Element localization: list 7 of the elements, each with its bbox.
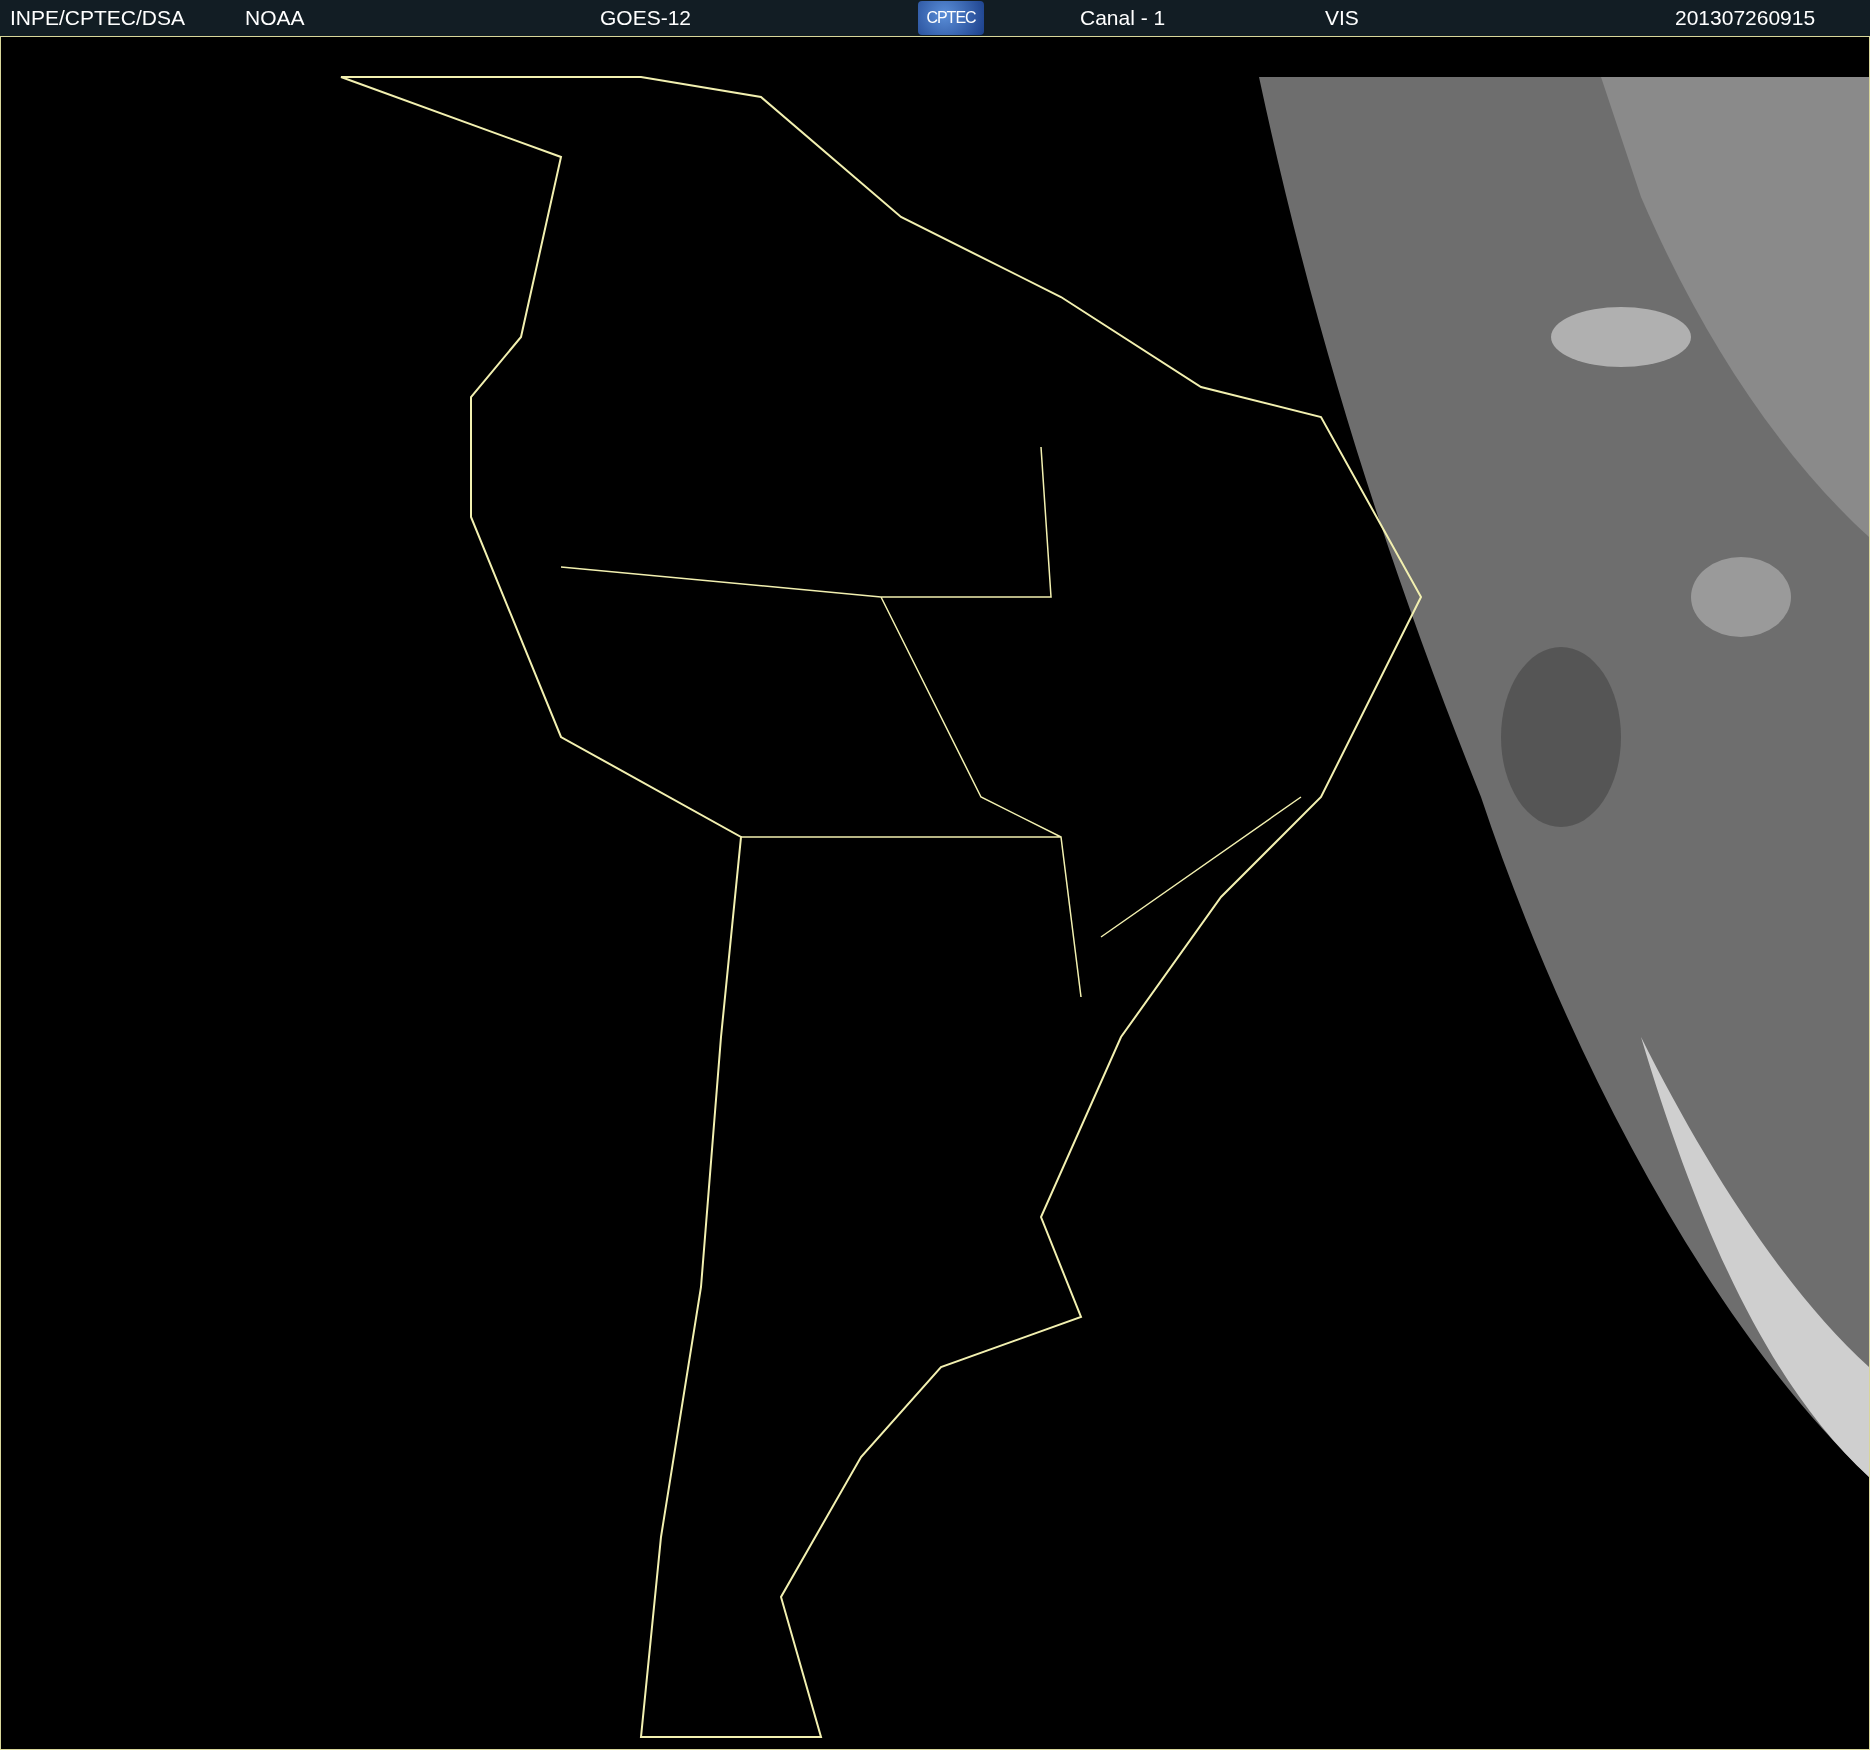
agency-label: NOAA <box>245 6 306 30</box>
satellite-label: GOES-12 <box>600 6 693 30</box>
band-label: VIS <box>1325 6 1360 30</box>
logo: CPTEC <box>918 1 984 35</box>
channel-label: Canal - 1 <box>1080 6 1167 30</box>
source-label: INPE/CPTEC/DSA <box>10 6 187 30</box>
timestamp-label: 201307260915 <box>1675 6 1817 30</box>
